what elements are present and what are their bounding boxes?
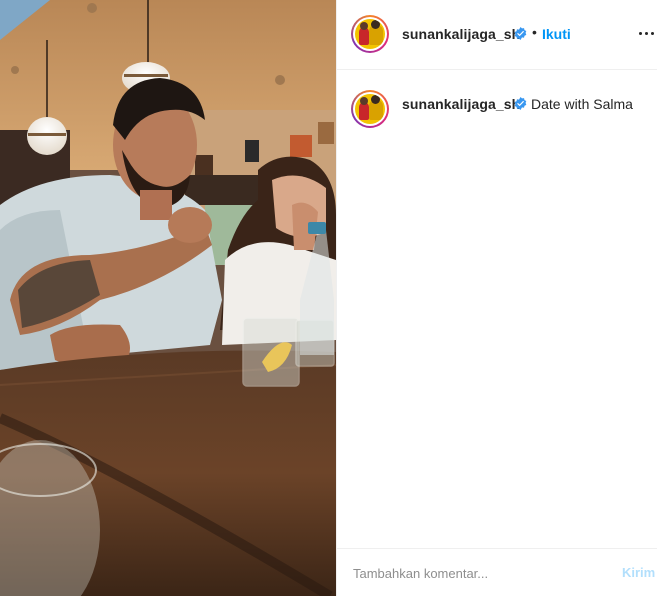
caption-author-avatar[interactable] — [351, 90, 389, 128]
caption-text: Date with Salma — [531, 96, 633, 112]
post-details-pane: sunankalijaga_sh • Ikuti sunankalijaga_s… — [336, 0, 657, 596]
more-options-icon[interactable] — [639, 28, 655, 40]
comment-bar: Kirim — [337, 548, 657, 596]
follow-button[interactable]: Ikuti — [542, 26, 571, 42]
post-comment-button[interactable]: Kirim — [622, 565, 655, 580]
comment-input[interactable] — [353, 563, 603, 583]
post-header: sunankalijaga_sh • Ikuti — [337, 0, 657, 70]
caption-author-username[interactable]: sunankalijaga_sh — [402, 96, 520, 112]
verified-badge-icon — [514, 27, 527, 40]
post-media[interactable] — [0, 0, 336, 596]
post-photo — [0, 0, 336, 596]
separator-dot: • — [532, 24, 537, 40]
verified-badge-icon — [514, 97, 527, 110]
author-avatar[interactable] — [351, 15, 389, 53]
author-username[interactable]: sunankalijaga_sh — [402, 26, 520, 42]
caption-comment: sunankalijaga_sh Date with Salma — [337, 88, 657, 132]
